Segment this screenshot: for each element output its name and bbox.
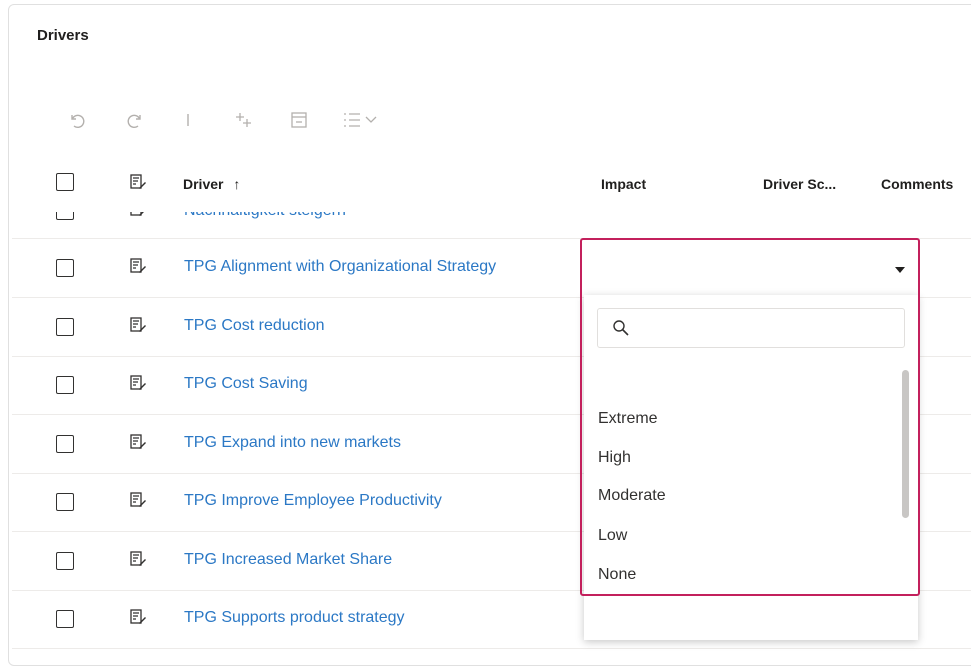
- driver-header-label: Driver: [183, 176, 224, 192]
- driver-link[interactable]: TPG Alignment with Organizational Strate…: [184, 258, 496, 276]
- dropdown-scrollbar[interactable]: [902, 370, 909, 518]
- panel-title: Drivers: [37, 27, 89, 44]
- edit-row-icon[interactable]: [129, 550, 147, 573]
- toolbar-separator: [186, 108, 190, 132]
- driver-link[interactable]: TPG Cost Saving: [184, 375, 308, 393]
- row-checkbox[interactable]: [56, 493, 74, 511]
- add-row-icon[interactable]: [234, 108, 254, 132]
- grid-header: Driver ↑ Impact Driver Sc... Comments: [0, 160, 971, 212]
- row-checkbox[interactable]: [56, 318, 74, 336]
- impact-option-extreme[interactable]: Extreme: [598, 410, 658, 428]
- edit-row-icon[interactable]: [129, 257, 147, 280]
- edit-row-icon[interactable]: [129, 212, 147, 223]
- edit-row-icon[interactable]: [129, 316, 147, 339]
- view-options-icon[interactable]: [342, 108, 362, 132]
- table-row[interactable]: Nachhaltigkeit steigern: [12, 212, 971, 239]
- impact-option-moderate[interactable]: Moderate: [598, 487, 666, 505]
- row-checkbox[interactable]: [56, 376, 74, 394]
- impact-option-low[interactable]: Low: [598, 527, 627, 545]
- select-all-checkbox[interactable]: [56, 173, 74, 191]
- undo-icon[interactable]: [68, 108, 86, 132]
- column-header-impact[interactable]: Impact: [601, 176, 646, 192]
- driver-link[interactable]: TPG Cost reduction: [184, 317, 325, 335]
- edit-row-icon[interactable]: [129, 491, 147, 514]
- edit-column-icon: [129, 173, 147, 196]
- chevron-down-icon[interactable]: [364, 108, 378, 132]
- edit-row-icon[interactable]: [129, 374, 147, 397]
- collapse-icon[interactable]: [290, 108, 308, 132]
- driver-link[interactable]: Nachhaltigkeit steigern: [184, 212, 346, 220]
- edit-row-icon[interactable]: [129, 433, 147, 456]
- edit-row-icon[interactable]: [129, 608, 147, 631]
- dropdown-caret-icon[interactable]: [894, 262, 906, 280]
- row-checkbox[interactable]: [56, 610, 74, 628]
- column-header-driver-score[interactable]: Driver Sc...: [763, 176, 836, 192]
- driver-link[interactable]: TPG Supports product strategy: [184, 609, 405, 627]
- row-checkbox[interactable]: [56, 212, 74, 220]
- sort-ascending-icon: ↑: [233, 176, 241, 192]
- column-header-driver[interactable]: Driver ↑: [183, 176, 240, 192]
- search-icon: [612, 319, 630, 342]
- impact-option-none[interactable]: None: [598, 566, 636, 584]
- row-checkbox[interactable]: [56, 552, 74, 570]
- driver-link[interactable]: TPG Improve Employee Productivity: [184, 492, 442, 510]
- driver-link[interactable]: TPG Expand into new markets: [184, 434, 401, 452]
- redo-icon[interactable]: [126, 108, 144, 132]
- row-checkbox[interactable]: [56, 259, 74, 277]
- driver-link[interactable]: TPG Increased Market Share: [184, 551, 392, 569]
- impact-search-field[interactable]: [597, 308, 905, 348]
- impact-option-high[interactable]: High: [598, 449, 631, 467]
- column-header-comments[interactable]: Comments: [881, 176, 953, 192]
- row-checkbox[interactable]: [56, 435, 74, 453]
